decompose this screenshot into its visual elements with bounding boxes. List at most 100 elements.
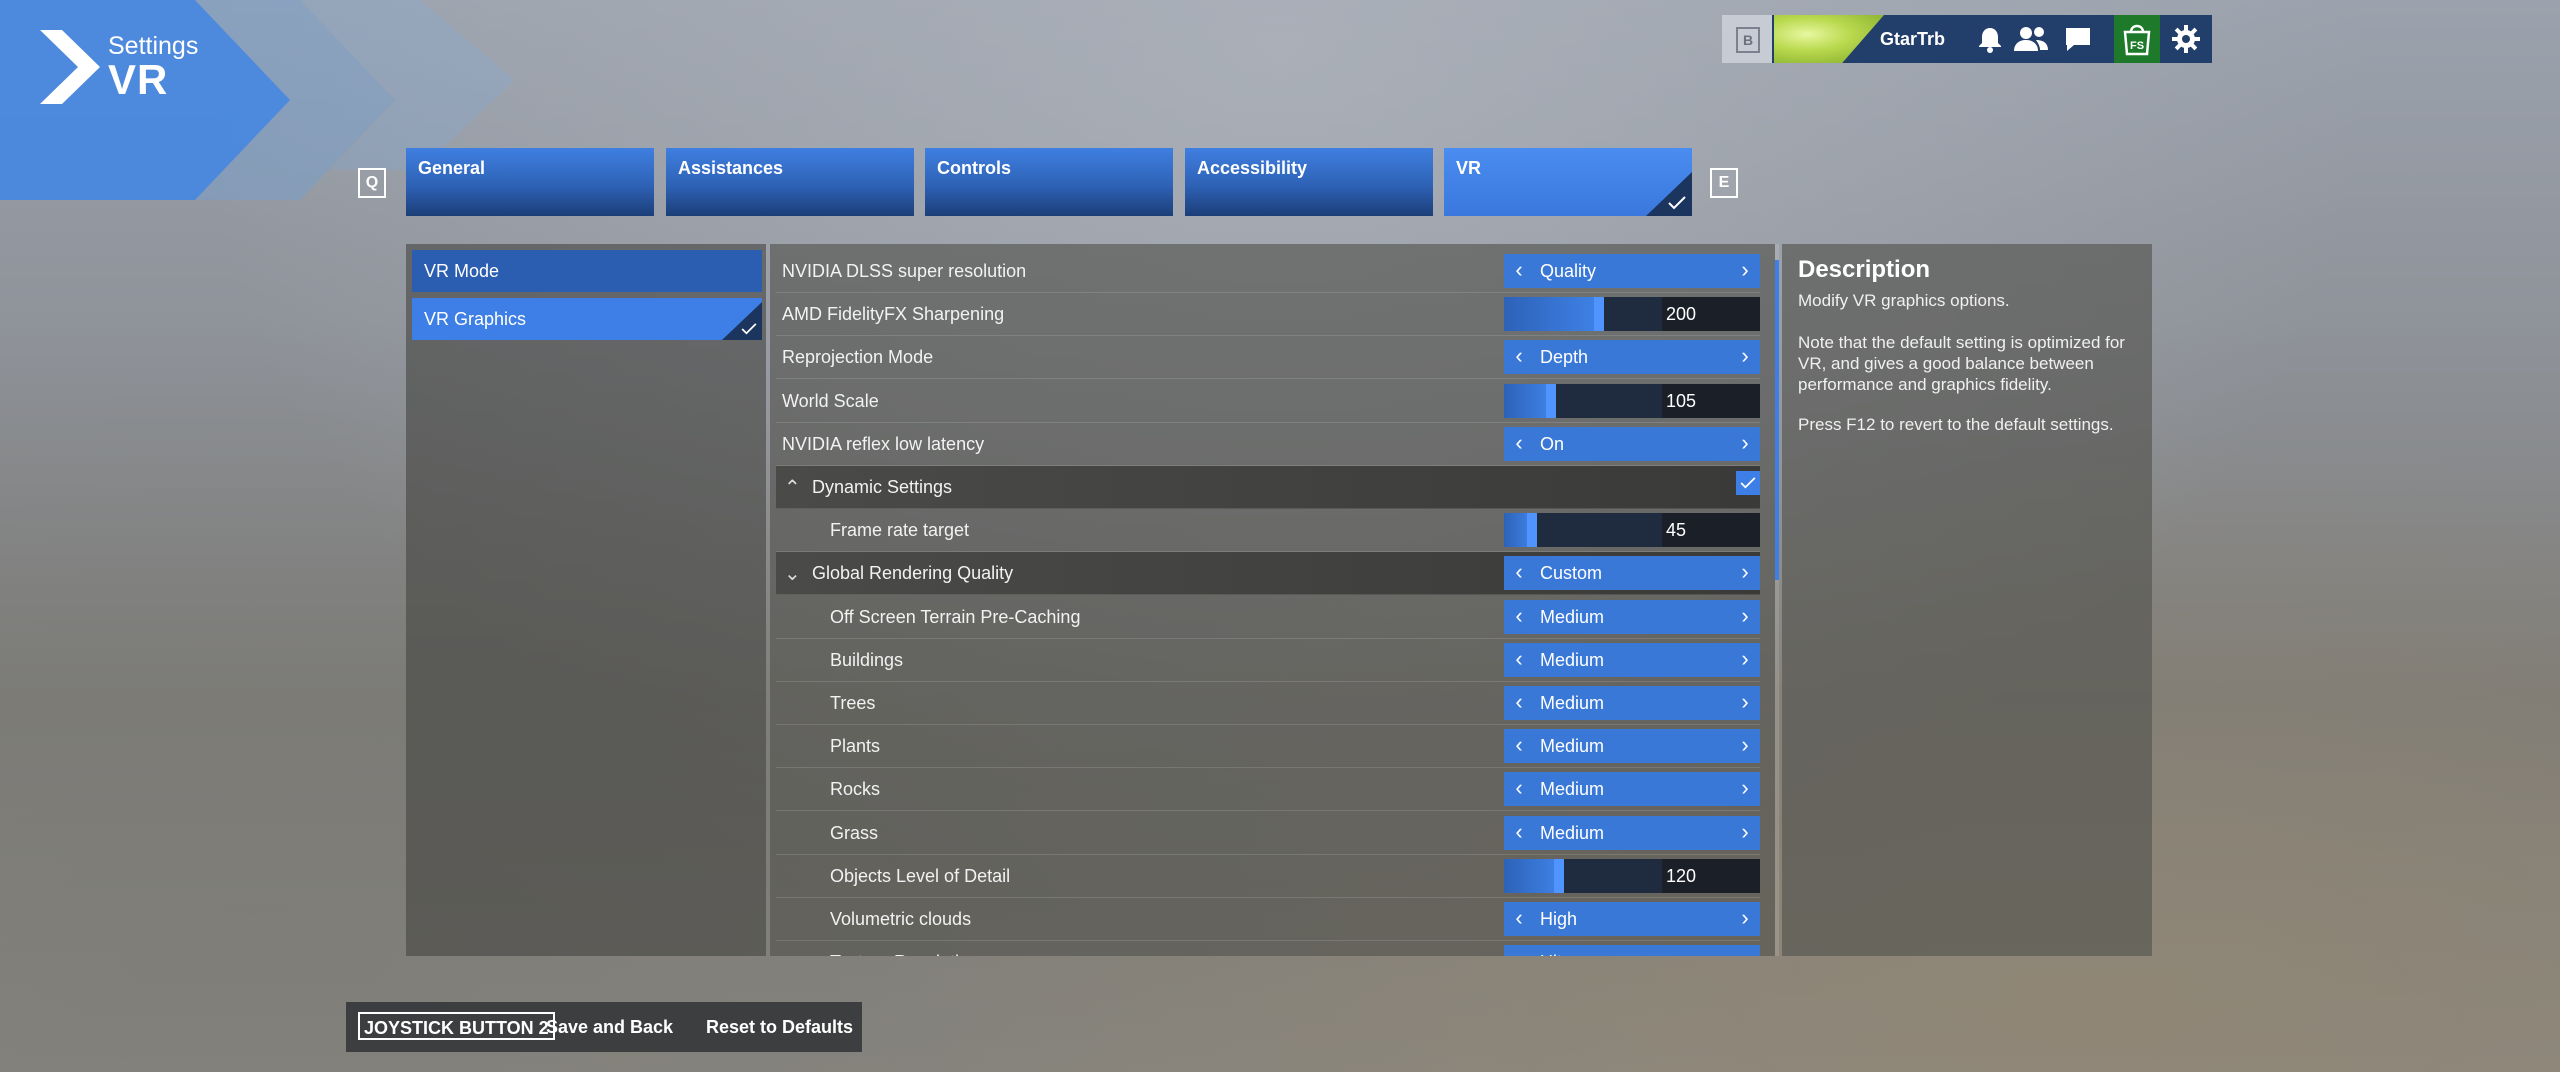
back-arrow-icon[interactable] (40, 30, 102, 104)
setting-row-texture-resolution[interactable]: Texture Resolution ‹ Ultra › (776, 941, 1760, 956)
slider-handle[interactable] (1527, 513, 1537, 548)
chevron-right-icon[interactable]: › (1730, 729, 1760, 763)
chevron-right-icon[interactable]: › (1730, 600, 1760, 634)
save-and-back-button[interactable]: Save and Back (546, 1017, 673, 1038)
chat-icon[interactable] (2062, 23, 2094, 55)
setting-row-nvidia-reflex-low-latency[interactable]: NVIDIA reflex low latency ‹ On › (776, 423, 1760, 466)
option-selector[interactable]: ‹ On › (1504, 426, 1760, 461)
tab-accessibility[interactable]: Accessibility (1185, 148, 1433, 216)
selected-indicator (722, 302, 762, 340)
avatar[interactable] (1774, 15, 1884, 63)
chevron-left-icon[interactable]: ‹ (1504, 600, 1534, 634)
scrollbar-thumb[interactable] (1775, 260, 1779, 580)
option-selector[interactable]: ‹ Medium › (1504, 599, 1760, 634)
setting-row-plants[interactable]: Plants ‹ Medium › (776, 725, 1760, 769)
dynamic-settings-checkbox[interactable] (1736, 471, 1760, 495)
slider-handle[interactable] (1546, 383, 1556, 418)
tab-controls[interactable]: Controls (925, 148, 1173, 216)
option-selector[interactable]: ‹ Depth › (1504, 340, 1760, 375)
marketplace-button[interactable]: FS (2114, 15, 2160, 63)
slider-handle[interactable] (1594, 297, 1604, 332)
settings-scrollbar[interactable] (1775, 244, 1779, 956)
option-selector[interactable]: ‹ Medium › (1504, 729, 1760, 764)
setting-row-objects-level-of-detail[interactable]: Objects Level of Detail 120 (776, 855, 1760, 898)
chevron-left-icon[interactable]: ‹ (1504, 254, 1534, 288)
setting-label: Rocks (830, 779, 881, 800)
subtab-vr-graphics[interactable]: VR Graphics (412, 298, 762, 340)
chevron-right-icon[interactable]: › (1730, 556, 1760, 590)
chevron-left-icon[interactable]: ‹ (1504, 902, 1534, 936)
setting-row-trees[interactable]: Trees ‹ Medium › (776, 682, 1760, 725)
chevron-left-icon[interactable]: ‹ (1504, 556, 1534, 590)
setting-row-nvidia-dlss-super-resolution[interactable]: NVIDIA DLSS super resolution ‹ Quality › (776, 250, 1760, 293)
option-selector[interactable]: ‹ Ultra › (1504, 945, 1760, 956)
chevron-left-icon[interactable]: ‹ (1504, 686, 1534, 720)
setting-row-buildings[interactable]: Buildings ‹ Medium › (776, 639, 1760, 682)
chevron-right-icon[interactable]: › (1730, 945, 1760, 956)
slider-fill (1504, 297, 1599, 332)
chevron-left-icon[interactable]: ‹ (1504, 340, 1534, 374)
chevron-left-icon[interactable]: ‹ (1504, 729, 1534, 763)
collapse-caret-icon[interactable]: ⌃ (784, 475, 801, 500)
setting-row-frame-rate-target[interactable]: Frame rate target 45 (776, 509, 1760, 553)
option-selector[interactable]: ‹ Medium › (1504, 815, 1760, 850)
setting-row-amd-fidelityfx-sharpening[interactable]: AMD FidelityFX Sharpening 200 (776, 293, 1760, 337)
slider-value-box[interactable]: 105 (1662, 383, 1760, 418)
slider-value-box[interactable]: 120 (1662, 858, 1760, 893)
chevron-right-icon[interactable]: › (1730, 340, 1760, 374)
tab-general[interactable]: General (406, 148, 654, 216)
setting-row-volumetric-clouds[interactable]: Volumetric clouds ‹ High › (776, 898, 1760, 941)
setting-row-dynamic-settings[interactable]: ⌃ Dynamic Settings (776, 466, 1760, 509)
setting-row-reprojection-mode[interactable]: Reprojection Mode ‹ Depth › (776, 336, 1760, 380)
setting-row-grass[interactable]: Grass ‹ Medium › (776, 812, 1760, 855)
chevron-right-icon[interactable]: › (1730, 643, 1760, 677)
setting-label: Global Rendering Quality (812, 563, 1014, 584)
reset-defaults-button[interactable]: Reset to Defaults (706, 1017, 853, 1038)
chevron-right-icon[interactable]: › (1730, 902, 1760, 936)
slider-value: 120 (1666, 865, 1697, 886)
option-selector[interactable]: ‹ Custom › (1504, 556, 1760, 591)
chevron-right-icon[interactable]: › (1730, 686, 1760, 720)
option-selector[interactable]: ‹ Medium › (1504, 642, 1760, 677)
setting-row-off-screen-terrain-pre-caching[interactable]: Off Screen Terrain Pre-Caching ‹ Medium › (776, 596, 1760, 639)
chevron-left-icon[interactable]: ‹ (1504, 643, 1534, 677)
expand-caret-icon[interactable]: ⌄ (784, 561, 801, 586)
chevron-left-icon[interactable]: ‹ (1504, 772, 1534, 806)
option-selector[interactable]: ‹ Quality › (1504, 254, 1760, 288)
tab-assistances[interactable]: Assistances (666, 148, 914, 216)
prev-tab-key[interactable]: Q (358, 168, 386, 198)
chevron-left-icon[interactable]: ‹ (1504, 945, 1534, 956)
value-slider[interactable]: 45 (1504, 513, 1760, 548)
option-selector[interactable]: ‹ Medium › (1504, 772, 1760, 807)
chevron-left-icon[interactable]: ‹ (1504, 427, 1534, 461)
chevron-right-icon[interactable]: › (1730, 816, 1760, 850)
chevron-right-icon[interactable]: › (1730, 254, 1760, 288)
settings-list: NVIDIA DLSS super resolution ‹ Quality › AMD… (770, 244, 1775, 956)
setting-row-rocks[interactable]: Rocks ‹ Medium › (776, 768, 1760, 812)
value-slider[interactable]: 200 (1504, 297, 1760, 332)
slider-value-box[interactable]: 200 (1662, 297, 1760, 332)
tab-vr[interactable]: VR (1444, 148, 1692, 216)
gear-icon[interactable] (2170, 23, 2202, 55)
slider-value-box[interactable]: 45 (1662, 513, 1760, 548)
value-slider[interactable]: 120 (1504, 858, 1760, 893)
chevron-right-icon[interactable]: › (1730, 427, 1760, 461)
slider-value: 45 (1666, 520, 1687, 541)
b-key-button[interactable]: B (1722, 15, 1772, 63)
value-slider[interactable]: 105 (1504, 383, 1760, 418)
subtab-vr-mode[interactable]: VR Mode (412, 250, 762, 292)
page-title: VR (108, 56, 169, 103)
setting-row-global-rendering-quality[interactable]: ⌄ Global Rendering Quality ‹ Custom › (776, 552, 1760, 596)
chevron-left-icon[interactable]: ‹ (1504, 816, 1534, 850)
option-selector[interactable]: ‹ Medium › (1504, 686, 1760, 720)
setting-label: Buildings (830, 649, 904, 670)
bell-icon[interactable] (1974, 23, 2006, 55)
slider-handle[interactable] (1554, 858, 1564, 893)
setting-row-world-scale[interactable]: World Scale 105 (776, 380, 1760, 423)
friends-icon[interactable] (2012, 23, 2050, 55)
option-selector[interactable]: ‹ High › (1504, 902, 1760, 936)
setting-label: Off Screen Terrain Pre-Caching (830, 606, 1081, 627)
next-tab-key[interactable]: E (1710, 168, 1738, 198)
option-value: Quality (1540, 261, 1597, 281)
chevron-right-icon[interactable]: › (1730, 772, 1760, 806)
